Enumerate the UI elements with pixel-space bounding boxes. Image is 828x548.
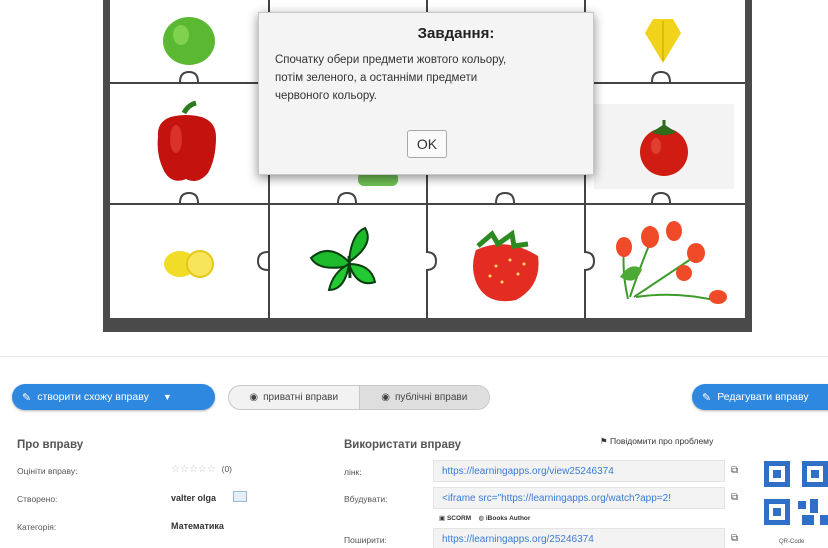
ibooks-link[interactable]: ◍ iBooks Author	[478, 515, 530, 522]
qr-code-icon[interactable]	[764, 461, 828, 531]
link-field[interactable]: https://learningapps.org/view25246374	[433, 460, 725, 482]
public-exercises-button[interactable]: ◉ публічні вправи	[358, 386, 489, 409]
eye-icon: ◉	[381, 392, 390, 403]
rate-label: Оцініти вправу:	[17, 466, 78, 476]
puzzle-piece-green-apple[interactable]	[110, 0, 268, 82]
edit-icon: ✎	[22, 391, 32, 404]
embed-label: Вбудувати:	[344, 494, 388, 504]
author-name[interactable]: valter olga	[171, 493, 216, 503]
edit-label: Редагувати вправу	[717, 391, 809, 403]
exercise-visibility-toggle: ◉ приватні вправи ◉ публічні вправи	[228, 385, 490, 410]
pencil-icon: ✎	[702, 391, 712, 404]
ok-button[interactable]: OK	[407, 130, 447, 158]
copy-icon[interactable]: ⧉	[731, 533, 738, 544]
ibooks-label: iBooks Author	[485, 515, 531, 522]
divider	[0, 356, 828, 357]
report-label: Повідомити про проблему	[610, 436, 714, 446]
star-icon[interactable]: ☆	[189, 464, 198, 475]
qr-code-label: QR-Code	[779, 539, 805, 545]
copy-icon[interactable]: ⧉	[731, 465, 738, 476]
scorm-link[interactable]: ▣ SCORM	[439, 515, 471, 522]
public-label: публічні вправи	[394, 392, 468, 403]
lemon-icon	[164, 249, 214, 278]
category-value[interactable]: Математика	[171, 521, 224, 531]
link-label: лінк:	[344, 467, 362, 477]
puzzle-piece-lemon[interactable]	[110, 205, 268, 318]
chevron-down-icon[interactable]: ▼	[163, 392, 172, 402]
rating-count: (0)	[221, 464, 233, 474]
star-icon[interactable]: ☆	[180, 464, 189, 475]
create-similar-label: створити схожу вправу	[37, 391, 149, 403]
mail-icon[interactable]	[233, 491, 247, 502]
flag-icon: ⚑	[600, 436, 608, 446]
dialog-title: Завдання:	[417, 25, 495, 42]
report-problem-link[interactable]: ⚑ Повідомити про проблему	[600, 436, 713, 447]
dialog-text: Спочатку обери предмети жовтого кольору,…	[275, 54, 507, 102]
use-section-title: Використати вправу	[344, 439, 462, 451]
star-icon[interactable]: ☆	[198, 464, 207, 475]
created-label: Створено:	[17, 494, 58, 504]
strawberry-icon	[473, 229, 539, 301]
create-similar-button[interactable]: ✎ створити схожу вправу ▼	[12, 384, 215, 410]
share-label: Поширити:	[344, 535, 387, 545]
embed-field[interactable]: <iframe src="https://learningapps.org/wa…	[433, 487, 725, 509]
star-icon[interactable]: ☆	[207, 464, 216, 475]
puzzle-piece-butterfly[interactable]	[270, 205, 428, 318]
tomato-icon	[640, 119, 688, 176]
category-label: Категорія:	[17, 522, 57, 532]
star-icon[interactable]: ☆	[171, 464, 180, 475]
red-pepper-icon	[157, 100, 216, 181]
private-label: приватні вправи	[263, 392, 339, 403]
tulips-icon	[616, 220, 727, 304]
about-section-title: Про вправу	[17, 439, 84, 451]
star-rating[interactable]: ☆☆☆☆☆ (0)	[171, 464, 232, 475]
yellow-leaf-icon	[645, 19, 681, 63]
puzzle-piece-red-pepper[interactable]	[110, 84, 268, 203]
puzzle-piece-yellow-leaf[interactable]	[584, 0, 742, 82]
share-field[interactable]: https://learningapps.org/25246374	[433, 528, 725, 548]
scorm-label: SCORM	[446, 515, 472, 522]
green-apple-icon	[163, 17, 215, 65]
copy-icon[interactable]: ⧉	[731, 492, 738, 503]
edit-exercise-button[interactable]: ✎ Редагувати вправу	[692, 384, 828, 410]
export-links: ▣ SCORM ◍ iBooks Author	[439, 514, 530, 522]
puzzle-piece-tomato[interactable]	[594, 104, 734, 189]
puzzle-piece-strawberry[interactable]	[428, 205, 586, 318]
puzzle-piece-tulips[interactable]	[586, 205, 744, 318]
task-dialog: Завдання: Спочатку обери предмети жовтог…	[258, 12, 594, 175]
private-exercises-button[interactable]: ◉ приватні вправи	[229, 386, 359, 409]
eye-slash-icon: ◉	[249, 392, 259, 403]
butterfly-icon	[309, 226, 377, 291]
